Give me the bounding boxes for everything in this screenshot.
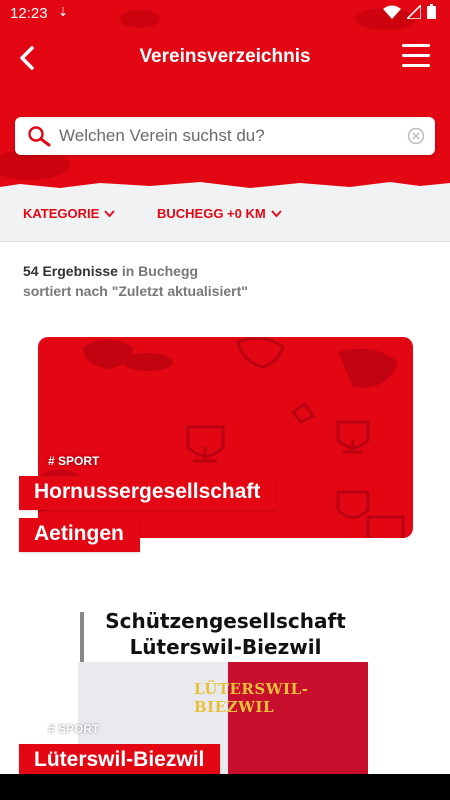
category-filter-button[interactable]: KATEGORIE: [23, 206, 115, 221]
search-bar[interactable]: [15, 117, 435, 155]
location-filter-label: BUCHEGG +0 KM: [157, 206, 266, 221]
chevron-down-icon: [271, 209, 282, 217]
torn-edge: [0, 180, 450, 188]
wifi-icon: [383, 5, 401, 19]
system-navigation-bar: [0, 774, 450, 800]
clear-icon[interactable]: [407, 127, 425, 145]
club-name-line1[interactable]: Hornussergesellschaft: [19, 476, 277, 510]
category-filter-label: KATEGORIE: [23, 206, 100, 221]
results-sort: sortiert nach "Zuletzt aktualisiert": [23, 283, 248, 299]
hamburger-menu-icon[interactable]: [402, 44, 430, 70]
results-summary: 54 Ergebnisse in Buchegg sortiert nach "…: [23, 261, 248, 301]
app-bar: Vereinsverzeichnis: [0, 36, 450, 80]
status-bar: 12:23 ⇣: [0, 0, 450, 28]
status-time: 12:23: [10, 5, 48, 22]
image-title: Schützengesellschaft Lüterswil-Biezwil: [38, 608, 413, 660]
filter-bar: KATEGORIE BUCHEGG +0 KM: [0, 180, 450, 242]
battery-icon: [427, 4, 436, 19]
signal-icon: [407, 4, 421, 19]
category-tag: # SPORT: [48, 454, 100, 468]
image-title-line2: Lüterswil-Biezwil: [129, 635, 322, 659]
search-input[interactable]: [59, 123, 399, 149]
club-name-line2[interactable]: Aetingen: [19, 518, 140, 552]
club-name-line1[interactable]: Lüterswil-Biezwil: [19, 744, 221, 778]
chevron-down-icon: [104, 209, 115, 217]
results-count: 54 Ergebnisse: [23, 263, 118, 279]
header: 12:23 ⇣ Vereinsverzeichnis: [0, 0, 450, 180]
page-title: Vereinsverzeichnis: [139, 46, 311, 67]
results-count-line: 54 Ergebnisse in Buchegg: [23, 261, 248, 281]
image-title-line1: Schützengesellschaft: [105, 609, 346, 633]
status-icons: [383, 4, 436, 19]
banner-text: LÜTERSWIL-BIEZWIL: [194, 680, 309, 716]
search-icon: [28, 126, 51, 147]
navigation-indicator-icon: ⇣: [58, 5, 69, 19]
location-filter-button[interactable]: BUCHEGG +0 KM: [157, 206, 282, 221]
results-location: in Buchegg: [121, 263, 199, 279]
category-tag: # SPORT: [48, 722, 100, 736]
